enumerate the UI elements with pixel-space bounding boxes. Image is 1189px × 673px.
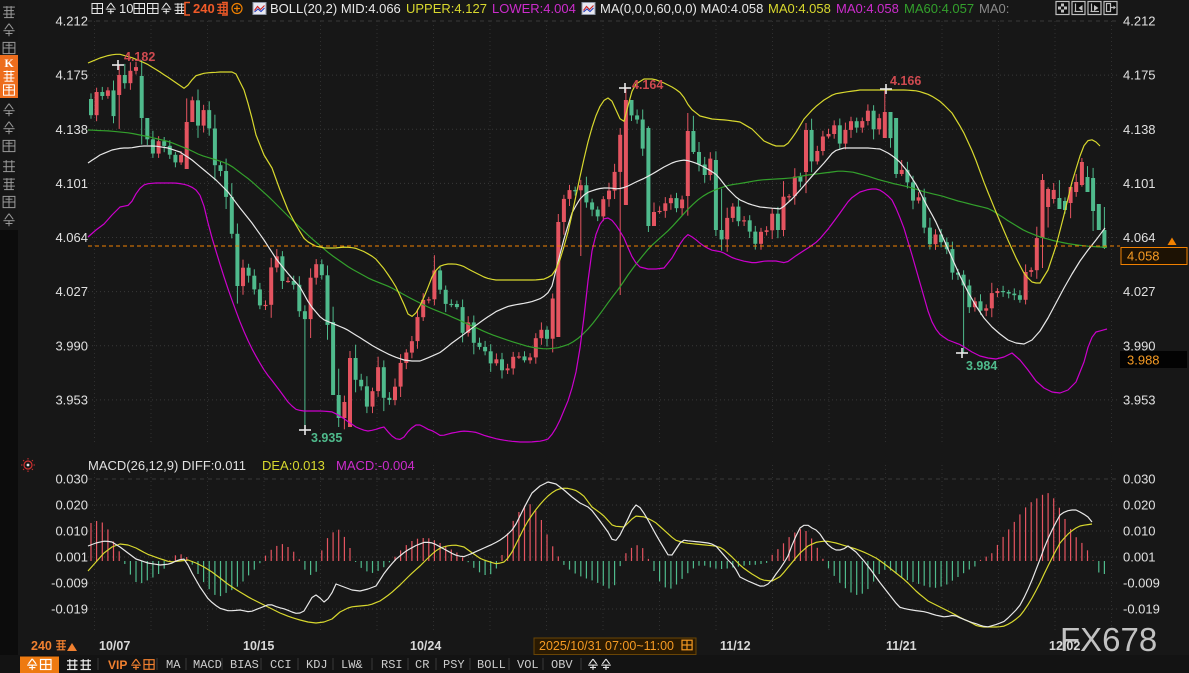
svg-text:4.166: 4.166 xyxy=(890,74,921,88)
svg-text:4.212: 4.212 xyxy=(55,14,88,29)
svg-text:4.175: 4.175 xyxy=(1123,68,1156,83)
svg-text:MACD: MACD xyxy=(193,658,222,672)
svg-text:VIP: VIP xyxy=(108,658,127,672)
svg-text:0.001: 0.001 xyxy=(55,550,88,565)
svg-text:11/12: 11/12 xyxy=(720,639,751,653)
svg-text:4.212: 4.212 xyxy=(1123,14,1156,29)
svg-text:3.935: 3.935 xyxy=(311,431,342,445)
svg-text:11/21: 11/21 xyxy=(886,639,917,653)
svg-text:FX678: FX678 xyxy=(1060,621,1157,658)
svg-text:-0.009: -0.009 xyxy=(1123,576,1160,591)
svg-text:4.027: 4.027 xyxy=(55,284,88,299)
svg-text:BIAS: BIAS xyxy=(230,658,259,672)
svg-text:LW&: LW& xyxy=(341,658,363,672)
svg-text:0.020: 0.020 xyxy=(55,498,88,513)
svg-text:PSY: PSY xyxy=(443,658,465,672)
svg-text:RSI: RSI xyxy=(381,658,403,672)
svg-text:240: 240 xyxy=(193,1,215,16)
svg-text:LOWER:4.004: LOWER:4.004 xyxy=(492,1,576,16)
svg-text:240: 240 xyxy=(31,639,52,653)
svg-text:CCI: CCI xyxy=(270,658,292,672)
svg-text:0.010: 0.010 xyxy=(1123,524,1156,539)
svg-text:4.138: 4.138 xyxy=(55,122,88,137)
svg-text:0.001: 0.001 xyxy=(1123,550,1156,565)
svg-text:CR: CR xyxy=(415,658,429,672)
svg-text:4.027: 4.027 xyxy=(1123,284,1156,299)
svg-text:-0.009: -0.009 xyxy=(51,576,88,591)
svg-text:MACD:-0.004: MACD:-0.004 xyxy=(336,458,415,473)
svg-text:0.030: 0.030 xyxy=(1123,472,1156,487)
svg-text:MA(0,0,0,60,0,0) MA0:4.058: MA(0,0,0,60,0,0) MA0:4.058 xyxy=(600,1,763,16)
svg-text:10: 10 xyxy=(119,1,133,16)
svg-text:3.990: 3.990 xyxy=(55,338,88,353)
svg-text:MA0:4.058: MA0:4.058 xyxy=(768,1,831,16)
svg-text:2025/10/31 07:00~11:00: 2025/10/31 07:00~11:00 xyxy=(539,639,674,653)
svg-text:0.020: 0.020 xyxy=(1123,498,1156,513)
svg-text:0.010: 0.010 xyxy=(55,524,88,539)
svg-text:10/24: 10/24 xyxy=(410,639,441,653)
svg-text:4.182: 4.182 xyxy=(124,50,155,64)
svg-text:MA: MA xyxy=(166,658,181,672)
svg-text:BOLL(20,2) MID:4.066: BOLL(20,2) MID:4.066 xyxy=(270,1,401,16)
svg-text:3.984: 3.984 xyxy=(966,359,997,373)
svg-text:10/07: 10/07 xyxy=(99,639,130,653)
svg-text:K: K xyxy=(4,56,14,70)
svg-text:UPPER:4.127: UPPER:4.127 xyxy=(406,1,487,16)
svg-text:MACD(26,12,9) DIFF:0.011: MACD(26,12,9) DIFF:0.011 xyxy=(88,458,246,473)
svg-text:3.953: 3.953 xyxy=(1123,392,1156,407)
svg-text:4.064: 4.064 xyxy=(1123,230,1156,245)
svg-text:-0.019: -0.019 xyxy=(1123,602,1160,617)
svg-text:4.101: 4.101 xyxy=(1123,176,1156,191)
svg-text:4.058: 4.058 xyxy=(1127,249,1160,264)
svg-text:4.064: 4.064 xyxy=(55,230,88,245)
svg-text:4.164: 4.164 xyxy=(632,78,663,92)
svg-text:MA0:: MA0: xyxy=(979,1,1009,16)
svg-text:MA0:4.058: MA0:4.058 xyxy=(836,1,899,16)
svg-text:MA60:4.057: MA60:4.057 xyxy=(904,1,974,16)
svg-text:3.953: 3.953 xyxy=(55,392,88,407)
svg-text:DEA:0.013: DEA:0.013 xyxy=(262,458,325,473)
svg-text:4.138: 4.138 xyxy=(1123,122,1156,137)
svg-text:VOL: VOL xyxy=(517,658,539,672)
svg-text:-0.019: -0.019 xyxy=(51,602,88,617)
svg-text:BOLL: BOLL xyxy=(477,658,506,672)
svg-text:4.175: 4.175 xyxy=(55,68,88,83)
svg-text:0.030: 0.030 xyxy=(55,472,88,487)
svg-text:OBV: OBV xyxy=(551,658,573,672)
svg-text:KDJ: KDJ xyxy=(306,658,328,672)
svg-text:4.101: 4.101 xyxy=(55,176,88,191)
svg-text:10/15: 10/15 xyxy=(243,639,274,653)
svg-text:3.988: 3.988 xyxy=(1127,353,1160,368)
